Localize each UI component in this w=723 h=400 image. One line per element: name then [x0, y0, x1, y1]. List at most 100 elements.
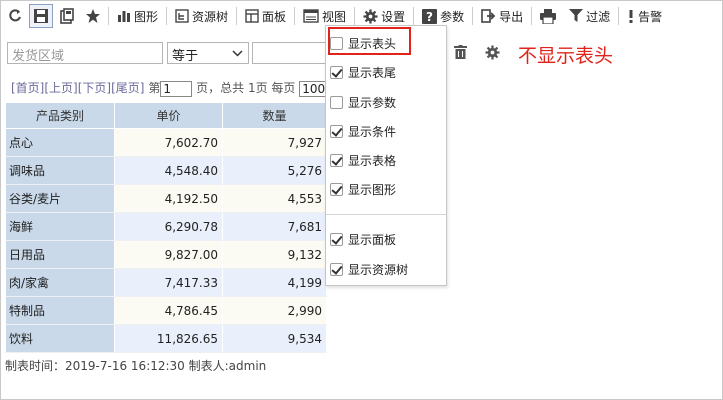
table-cell: 9,827.00	[114, 240, 223, 269]
toolbar-separator	[472, 7, 474, 25]
filter-operator-value: 等于	[172, 49, 199, 64]
pager-page-prefix: 第	[148, 81, 161, 95]
resource-tree-button-label: 资源树	[192, 9, 229, 24]
menu-item-label: 显示条件	[348, 124, 397, 139]
menu-checkbox[interactable]	[330, 95, 343, 109]
alert-button-label: 告警	[638, 9, 663, 24]
menu-item-label: 显示图形	[348, 182, 397, 197]
table-row: 点心 7,602.70 7,927	[5, 128, 327, 157]
table-cell: 9,132	[222, 240, 327, 269]
table-cell: 饮料	[5, 324, 115, 353]
filter-button-label: 过滤	[586, 9, 611, 24]
menu-checkbox[interactable]	[330, 182, 343, 196]
column-header[interactable]: 数量	[222, 102, 327, 129]
view-icon	[303, 9, 319, 23]
save-as-icon[interactable]	[55, 4, 79, 28]
menu-item-show-panel[interactable]: 显示面板	[330, 229, 396, 249]
table-cell: 调味品	[5, 156, 115, 185]
bar-chart-icon	[118, 11, 130, 22]
filter-icon	[569, 9, 584, 22]
toolbar-separator	[108, 7, 109, 25]
table-cell: 2,990	[222, 296, 327, 325]
menu-item-show-footer[interactable]: 显示表尾	[330, 62, 396, 82]
star-icon[interactable]	[81, 4, 105, 28]
menu-checkbox[interactable]	[330, 124, 343, 138]
menu-item-label: 显示表格	[348, 153, 397, 168]
pager-next-link[interactable]: [下页]	[78, 81, 111, 95]
menu-item-label: 显示表尾	[348, 65, 397, 80]
menu-item-show-conditions[interactable]: 显示条件	[330, 121, 396, 141]
menu-item-show-params[interactable]: 显示参数	[330, 92, 396, 112]
chevron-down-icon	[232, 50, 243, 57]
table-cell: 4,786.45	[114, 296, 223, 325]
filter-operator-select[interactable]: 等于	[167, 42, 249, 64]
table-cell: 谷类/麦片	[5, 184, 115, 213]
filter-field-input[interactable]: 发货区域	[7, 42, 163, 64]
svg-text:?: ?	[426, 10, 433, 24]
menu-item-show-chart[interactable]: 显示图形	[330, 179, 396, 199]
pager-page-input[interactable]: 1	[160, 80, 193, 97]
export-button-label: 导出	[499, 9, 524, 24]
table-header-row: 产品类别 单价 数量	[5, 102, 327, 129]
pager-last-link[interactable]: [尾页]	[111, 81, 144, 95]
toolbar-separator	[236, 7, 238, 25]
alert-button[interactable]: 告警	[622, 4, 667, 28]
table-row: 特制品 4,786.45 2,990	[5, 296, 327, 325]
menu-item-label: 显示参数	[348, 95, 397, 110]
refresh-icon[interactable]	[3, 4, 27, 28]
annotation-label: 不显示表头	[518, 45, 614, 67]
gear-icon	[363, 8, 378, 24]
trash-icon[interactable]	[452, 44, 468, 60]
menu-checkbox[interactable]	[330, 153, 343, 167]
table-cell: 7,417.33	[114, 268, 223, 297]
export-icon	[481, 9, 496, 23]
filter-value-input[interactable]	[252, 42, 326, 64]
print-button[interactable]	[535, 4, 564, 28]
save-icon[interactable]	[29, 4, 53, 28]
menu-item-show-resource-tree[interactable]: 显示资源树	[330, 259, 408, 279]
table-cell: 特制品	[5, 296, 115, 325]
panel-icon	[245, 9, 259, 23]
settings-button-label: 设置	[381, 9, 406, 24]
column-header[interactable]: 产品类别	[5, 102, 115, 129]
panel-button-label: 面板	[262, 9, 287, 24]
toolbar-separator	[531, 7, 533, 25]
table-cell: 点心	[5, 128, 115, 157]
pager-page-suffix: 页，总共 1页 每页	[196, 81, 296, 95]
table-row: 海鲜 6,290.78 7,681	[5, 212, 327, 241]
menu-item-label: 显示资源树	[348, 262, 409, 277]
panel-button[interactable]: 面板	[240, 4, 291, 28]
table-cell: 日用品	[5, 240, 115, 269]
pager-first-link[interactable]: [首页]	[11, 81, 44, 95]
table-cell: 4,548.40	[114, 156, 223, 185]
toolbar-separator	[166, 7, 168, 25]
view-button-label: 视图	[322, 9, 347, 24]
table-cell: 11,826.65	[114, 324, 223, 353]
toolbar-separator	[618, 7, 620, 25]
alert-icon	[629, 10, 633, 23]
menu-checkbox[interactable]	[330, 65, 343, 79]
table-row: 日用品 9,827.00 9,132	[5, 240, 327, 269]
table-cell: 9,534	[222, 324, 327, 353]
filter-button[interactable]: 过滤	[564, 4, 615, 28]
table-row: 肉/家禽 7,417.33 4,199	[5, 268, 327, 297]
table-cell: 7,927	[222, 128, 327, 157]
table-cell: 肉/家禽	[5, 268, 115, 297]
menu-item-show-table[interactable]: 显示表格	[330, 150, 396, 170]
data-table: 产品类别 单价 数量 点心 7,602.70 7,927 调味品 4,548.4…	[5, 102, 327, 353]
table-cell: 4,199	[222, 268, 327, 297]
table-cell: 7,681	[222, 212, 327, 241]
column-header[interactable]: 单价	[114, 102, 223, 129]
table-row: 调味品 4,548.40 5,276	[5, 156, 327, 185]
gear-icon[interactable]	[484, 44, 500, 60]
chart-button[interactable]: 图形	[112, 4, 163, 28]
table-row: 饮料 11,826.65 9,534	[5, 324, 327, 353]
menu-checkbox[interactable]	[330, 232, 343, 246]
export-button[interactable]: 导出	[476, 4, 528, 28]
resource-tree-button[interactable]: 资源树	[170, 4, 233, 28]
menu-checkbox[interactable]	[330, 262, 343, 276]
table-cell: 海鲜	[5, 212, 115, 241]
pager-prev-link[interactable]: [上页]	[44, 81, 77, 95]
table-cell: 6,290.78	[114, 212, 223, 241]
table-cell: 5,276	[222, 156, 327, 185]
